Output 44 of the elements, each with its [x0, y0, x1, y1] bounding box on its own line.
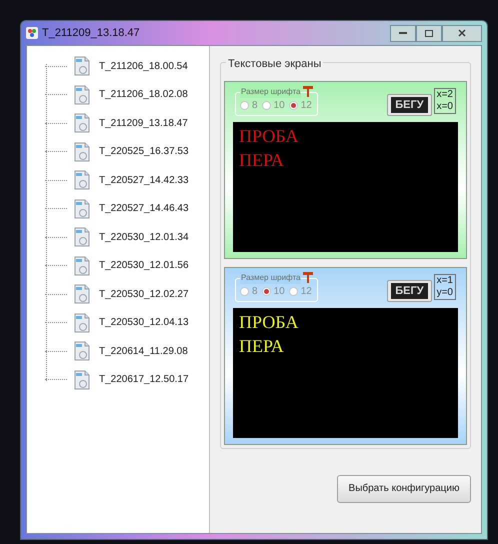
window-title: T_211209_13.18.47	[42, 26, 140, 41]
font-icon	[303, 86, 314, 97]
coords-label: x=2 x=0	[434, 88, 456, 114]
run-button[interactable]: БЕГУ	[387, 94, 432, 116]
tree-item[interactable]: T_220614_11.29.08	[99, 344, 188, 359]
maximize-button[interactable]	[416, 24, 442, 42]
app-icon	[26, 27, 38, 39]
tree-item[interactable]: T_220530_12.01.34	[99, 230, 189, 245]
run-button[interactable]: БЕГУ	[387, 280, 432, 302]
screen-text: ПЕРА	[239, 334, 284, 358]
file-icon	[73, 56, 91, 76]
group-label: Размер шрифта	[240, 272, 302, 284]
close-icon	[458, 29, 466, 37]
file-icon	[73, 256, 91, 276]
file-icon	[73, 227, 91, 248]
screen-text: ПЕРА	[239, 148, 284, 172]
file-icon	[73, 284, 91, 304]
file-icon	[73, 142, 91, 162]
tree-item[interactable]: T_220617_12.50.17	[99, 372, 189, 388]
tree-item[interactable]: T_220530_12.04.13	[99, 315, 189, 330]
tree-item[interactable]: T_220525_16.37.53	[99, 144, 189, 160]
file-icon	[73, 113, 91, 134]
screen-text: ПРОБА	[239, 124, 298, 148]
select-config-button[interactable]: Выбрать конфигурацию	[337, 474, 471, 502]
file-icon	[73, 370, 91, 390]
file-icon	[73, 84, 91, 105]
minimize-button[interactable]	[390, 24, 416, 42]
tree-item[interactable]: T_220527_14.42.33	[99, 172, 189, 188]
file-icon	[73, 198, 91, 219]
screen-text: ПРОБА	[239, 310, 298, 334]
tree-item[interactable]: T_211206_18.00.54	[99, 58, 188, 74]
font-icon	[303, 272, 314, 283]
tree-item[interactable]: T_220530_12.01.56	[99, 258, 189, 274]
tree-item[interactable]: T_211206_18.02.08	[99, 87, 188, 102]
tree-item[interactable]: T_220527_14.46.43	[99, 201, 189, 216]
file-icon	[73, 312, 91, 333]
tree-item[interactable]: T_211209_13.18.47	[99, 116, 188, 131]
file-icon	[73, 170, 91, 190]
coords-label: x=1 y=0	[434, 274, 456, 300]
group-label: Размер шрифта	[240, 86, 302, 98]
tree-item[interactable]: T_220530_12.02.27	[99, 286, 189, 302]
group-title: Текстовые экраны	[226, 56, 324, 72]
close-button[interactable]	[442, 24, 482, 42]
file-icon	[73, 341, 91, 362]
